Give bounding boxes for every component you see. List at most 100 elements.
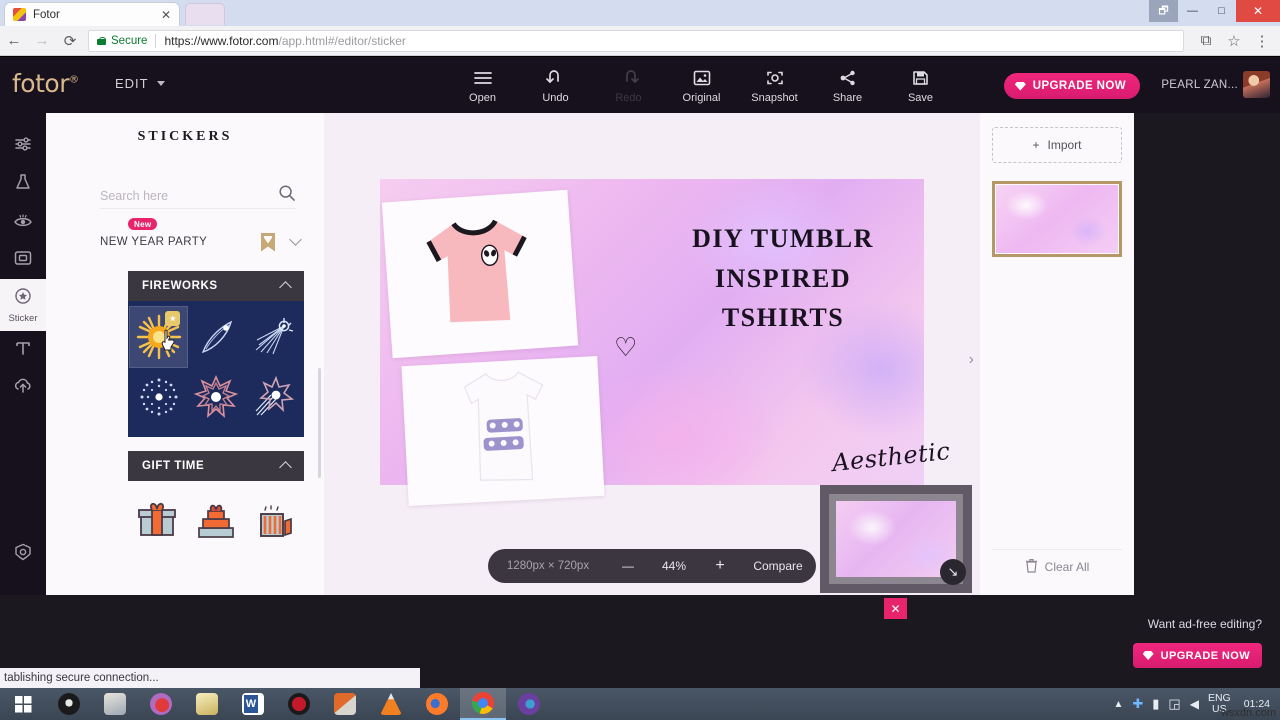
- tool-snapshot[interactable]: Snapshot: [747, 63, 802, 104]
- battery-icon[interactable]: ▮: [1152, 696, 1159, 712]
- logo-text: fotor: [12, 69, 69, 98]
- chrome-menu-icon[interactable]: ⋮: [1248, 27, 1276, 55]
- taskbar-app-editor[interactable]: [322, 688, 368, 720]
- tool-save[interactable]: Save: [893, 63, 948, 104]
- navigator-collapse-button[interactable]: ↘: [940, 559, 966, 585]
- chevron-down-icon[interactable]: [289, 233, 302, 246]
- taskbar-app-word[interactable]: W: [230, 688, 276, 720]
- sticker-group-header-fireworks[interactable]: FIREWORKS: [128, 271, 304, 301]
- volume-icon[interactable]: ◀: [1190, 697, 1199, 711]
- tool-share[interactable]: Share: [820, 63, 875, 104]
- search-input[interactable]: [100, 189, 278, 203]
- pink-tshirt-photo: [382, 190, 578, 359]
- taskbar-app-bittorrent[interactable]: [506, 688, 552, 720]
- taskbar-app-media-player[interactable]: [138, 688, 184, 720]
- sidebar-item-upload[interactable]: [0, 369, 46, 407]
- word-icon: W: [242, 693, 264, 715]
- upgrade-now-button-header[interactable]: UPGRADE NOW: [1004, 73, 1140, 99]
- restore-down-icon[interactable]: 🗗: [1149, 0, 1178, 22]
- address-bar[interactable]: Secure https://www.fotor.com/app.html#/e…: [88, 30, 1184, 52]
- sticker-gift-stack[interactable]: [187, 491, 246, 549]
- tool-original[interactable]: Original: [674, 63, 729, 104]
- cast-icon[interactable]: ⧉: [1192, 27, 1220, 55]
- minimize-icon[interactable]: —: [1178, 0, 1207, 22]
- taskbar-app-notepad[interactable]: [184, 688, 230, 720]
- reload-icon[interactable]: ⟳: [56, 27, 84, 55]
- divider: [155, 34, 156, 48]
- sticker-gift-bag[interactable]: [245, 491, 304, 549]
- left-tool-rail: Sticker: [0, 113, 46, 595]
- back-icon[interactable]: ←: [0, 27, 28, 55]
- taskbar-app-firefox[interactable]: [414, 688, 460, 720]
- network-icon[interactable]: ◲: [1168, 696, 1180, 712]
- sticker-rocket-star[interactable]: [245, 367, 302, 427]
- fotor-logo[interactable]: fotor®: [12, 69, 78, 98]
- compare-button[interactable]: Compare: [740, 559, 816, 573]
- tray-expand-icon[interactable]: ▲: [1113, 699, 1123, 710]
- sticker-category-row[interactable]: New NEW YEAR PARTY: [100, 227, 300, 257]
- chevron-up-icon[interactable]: [279, 281, 292, 294]
- chevron-down-icon: [157, 81, 165, 86]
- taskbar-app-anti-malware[interactable]: [46, 688, 92, 720]
- sidebar-item-settings[interactable]: [0, 535, 46, 573]
- upgrade-now-button-ad[interactable]: UPGRADE NOW: [1133, 643, 1262, 668]
- edit-menu-button[interactable]: EDIT: [115, 76, 165, 91]
- panel-scrollbar[interactable]: [318, 368, 321, 478]
- bookmark-icon[interactable]: [261, 233, 275, 252]
- tool-redo[interactable]: Redo: [601, 63, 656, 104]
- bluetooth-icon[interactable]: ✚: [1132, 696, 1143, 712]
- sidebar-item-adjust[interactable]: [0, 127, 46, 165]
- sticker-spark-spray[interactable]: [245, 307, 302, 367]
- edited-photo[interactable]: ♡ DIY TUMBLR INSPIRED TSHIRTS Aesthetic: [380, 179, 924, 485]
- eye-icon: [12, 211, 34, 234]
- sticker-gift-box[interactable]: [128, 491, 187, 549]
- ad-close-button[interactable]: ✕: [884, 598, 907, 619]
- sticker-star-burst[interactable]: [187, 367, 244, 427]
- sidebar-item-text[interactable]: [0, 331, 46, 369]
- tool-open[interactable]: Open: [455, 63, 510, 104]
- search-row: [100, 183, 296, 209]
- url-domain: https://www.fotor.com: [164, 34, 278, 48]
- sidebar-item-frame[interactable]: [0, 241, 46, 279]
- list-item[interactable]: [992, 181, 1122, 257]
- edit-menu-label: EDIT: [115, 76, 149, 91]
- window-close-icon[interactable]: ✕: [1236, 0, 1280, 22]
- new-tab-button[interactable]: [185, 3, 225, 25]
- taskbar-app-vlc[interactable]: [368, 688, 414, 720]
- taskbar-app-recorder[interactable]: [276, 688, 322, 720]
- taskbar-app-file-explorer[interactable]: [92, 688, 138, 720]
- close-icon[interactable]: ✕: [161, 9, 171, 21]
- app-header: fotor® EDIT Open Undo Re: [0, 57, 1280, 113]
- browser-tab[interactable]: Fotor ✕: [4, 2, 180, 26]
- tool-undo[interactable]: Undo: [528, 63, 583, 104]
- upgrade-now-label-header: UPGRADE NOW: [1033, 80, 1126, 92]
- taskbar-app-chrome[interactable]: [460, 688, 506, 720]
- avatar[interactable]: [1243, 71, 1270, 98]
- search-icon[interactable]: [278, 184, 296, 207]
- bookmark-star-icon[interactable]: ☆: [1220, 27, 1248, 55]
- navigator-minimap[interactable]: ↘: [820, 485, 972, 593]
- zoom-out-button[interactable]: —: [608, 559, 648, 573]
- clear-all-button[interactable]: Clear All: [992, 549, 1122, 583]
- diamond-icon: [1015, 82, 1026, 91]
- chevron-right-icon[interactable]: ›: [969, 351, 974, 369]
- sticker-dotted-burst[interactable]: [130, 367, 187, 427]
- sticker-comet[interactable]: [187, 307, 244, 367]
- sticker-group-header-gift-time[interactable]: GIFT TIME: [128, 451, 304, 481]
- import-button[interactable]: + Import: [992, 127, 1122, 163]
- user-account-name[interactable]: PEARL ZAN...: [1161, 79, 1238, 91]
- sidebar-item-sticker[interactable]: Sticker: [0, 279, 46, 331]
- settings-rail-cell[interactable]: [0, 535, 46, 573]
- browser-status-bar: tablishing secure connection...: [0, 668, 420, 688]
- zoom-in-button[interactable]: +: [700, 557, 740, 575]
- sidebar-item-beauty[interactable]: [0, 165, 46, 203]
- sticker-sun-burst[interactable]: [130, 307, 187, 367]
- chevron-up-icon[interactable]: [279, 461, 292, 474]
- windows-logo-icon: [15, 696, 32, 713]
- start-button[interactable]: [0, 688, 46, 720]
- sidebar-item-retouch[interactable]: [0, 203, 46, 241]
- maximize-icon[interactable]: □: [1207, 0, 1236, 22]
- canvas-area[interactable]: ♡ DIY TUMBLR INSPIRED TSHIRTS Aesthetic …: [324, 113, 980, 595]
- omnibar-actions: ⧉ ☆ ⋮: [1192, 27, 1280, 55]
- forward-icon[interactable]: →: [28, 27, 56, 55]
